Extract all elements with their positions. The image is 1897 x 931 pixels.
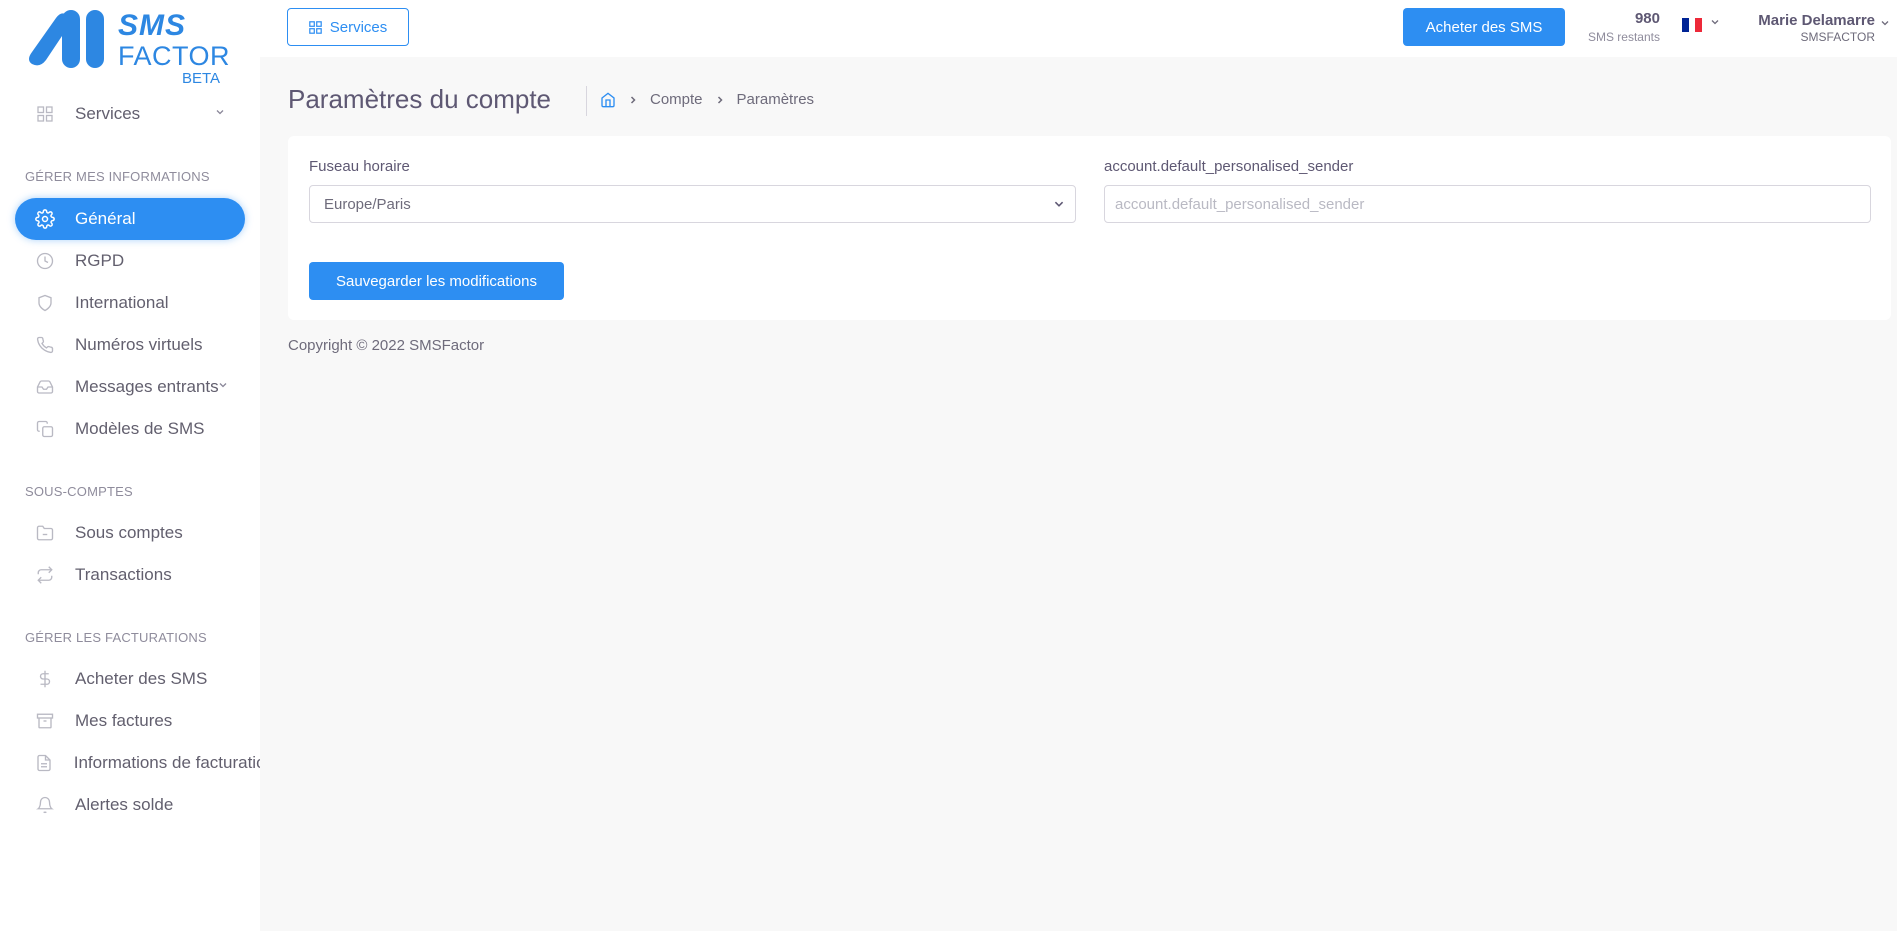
breadcrumb-item-account[interactable]: Compte <box>650 91 703 108</box>
sidebar-item-subaccounts[interactable]: Sous comptes <box>15 512 245 554</box>
settings-card: Fuseau horaire Europe/Paris account.defa… <box>288 136 1891 320</box>
services-button-label: Services <box>329 18 388 36</box>
sidebar-item-label: Services <box>75 104 141 123</box>
sidebar: SMS FACTOR BETA Services GÉRER MES INFOR… <box>0 0 260 931</box>
sidebar-item-balance-alerts[interactable]: Alertes solde <box>15 784 245 826</box>
breadcrumb: Compte Paramètres <box>600 91 814 108</box>
sidebar-item-label: Mes factures <box>75 711 173 730</box>
sidebar-item-label: Sous comptes <box>75 523 183 542</box>
grid-icon <box>35 104 55 124</box>
file-icon <box>35 753 54 773</box>
sidebar-item-buy-sms[interactable]: Acheter des SMS <box>15 658 245 700</box>
home-icon[interactable] <box>600 91 616 108</box>
sidebar-item-general[interactable]: Général <box>15 198 245 240</box>
dollar-icon <box>35 669 55 689</box>
sidebar-item-label: Modèles de SMS <box>75 419 205 438</box>
grid-icon <box>308 20 322 34</box>
chevron-right-icon <box>715 95 725 105</box>
sidebar-item-label: Acheter des SMS <box>75 669 208 688</box>
sms-credits: 980 SMS restants <box>1580 10 1660 44</box>
archive-icon <box>35 711 55 731</box>
user-chevron-down-icon[interactable] <box>1880 18 1890 31</box>
language-chevron-down-icon[interactable] <box>1710 17 1720 30</box>
copy-icon <box>35 419 55 439</box>
sidebar-item-rgpd[interactable]: RGPD <box>15 240 245 282</box>
chevron-down-icon <box>218 379 228 393</box>
sidebar-item-label: International <box>75 293 169 312</box>
user-name: Marie Delamarre <box>1758 12 1875 29</box>
chevron-down-icon <box>1053 198 1065 210</box>
breadcrumb-item-settings: Paramètres <box>736 91 815 108</box>
clock-icon <box>35 251 55 271</box>
timezone-label: Fuseau horaire <box>309 158 410 175</box>
repeat-icon <box>35 565 55 585</box>
gear-icon <box>35 209 55 229</box>
user-menu[interactable]: Marie Delamarre SMSFACTOR <box>1720 12 1875 44</box>
folder-icon <box>35 523 55 543</box>
sms-credits-label: SMS restants <box>1587 30 1660 44</box>
sidebar-section-billing: GÉRER LES FACTURATIONS <box>25 630 207 645</box>
brand-line2: FACTOR <box>118 41 231 71</box>
sidebar-item-sms-templates[interactable]: Modèles de SMS <box>15 408 245 450</box>
logo-mark-icon <box>29 10 104 68</box>
brand-line1: SMS <box>118 9 187 42</box>
chevron-right-icon <box>628 95 638 105</box>
sidebar-section-subaccounts: SOUS-COMPTES <box>25 484 133 499</box>
bell-icon <box>35 795 55 815</box>
french-flag-icon[interactable] <box>1682 18 1703 32</box>
footer-copyright: Copyright © 2022 SMSFactor <box>288 337 485 354</box>
user-organization: SMSFACTOR <box>1800 30 1875 44</box>
sidebar-item-label: Général <box>75 209 136 228</box>
shield-icon <box>35 293 55 313</box>
top-navbar: Services Acheter des SMS 980 SMS restant… <box>260 0 1897 57</box>
sidebar-section-info: GÉRER MES INFORMATIONS <box>25 169 210 184</box>
brand-wordmark: SMS FACTOR <box>118 9 231 71</box>
buy-sms-button[interactable]: Acheter des SMS <box>1403 8 1565 46</box>
title-divider <box>586 86 587 116</box>
sidebar-item-international[interactable]: International <box>15 282 245 324</box>
sidebar-item-transactions[interactable]: Transactions <box>15 554 245 596</box>
sidebar-item-label: Numéros virtuels <box>75 335 203 354</box>
sidebar-item-invoices[interactable]: Mes factures <box>15 700 245 742</box>
sidebar-item-services[interactable]: Services <box>15 93 245 135</box>
save-changes-button[interactable]: Sauvegarder les modifications <box>309 262 564 300</box>
chevron-down-icon <box>215 106 225 120</box>
phone-icon <box>35 335 55 355</box>
sidebar-item-billing-info[interactable]: Informations de facturation <box>15 742 260 784</box>
timezone-selected-value: Europe/Paris <box>324 195 411 213</box>
sender-label: account.default_personalised_sender <box>1104 158 1354 175</box>
sms-credits-value: 980 <box>1634 10 1660 27</box>
sidebar-item-label: RGPD <box>75 251 125 270</box>
sender-input[interactable] <box>1104 185 1871 223</box>
sidebar-item-label: Informations de facturation <box>73 753 260 772</box>
brand-beta-badge: BETA <box>182 70 221 87</box>
timezone-select[interactable]: Europe/Paris <box>309 185 1076 223</box>
sidebar-item-label: Transactions <box>75 565 172 584</box>
sidebar-item-label: Alertes solde <box>75 795 174 814</box>
sidebar-item-virtual-numbers[interactable]: Numéros virtuels <box>15 324 245 366</box>
page-title: Paramètres du compte <box>288 84 552 114</box>
sidebar-item-label: Messages entrants <box>75 377 219 396</box>
services-button[interactable]: Services <box>287 8 409 46</box>
brand-logo[interactable]: SMS FACTOR BETA <box>26 8 230 88</box>
sidebar-item-inbound-messages[interactable]: Messages entrants <box>15 366 245 408</box>
inbox-icon <box>35 377 55 397</box>
